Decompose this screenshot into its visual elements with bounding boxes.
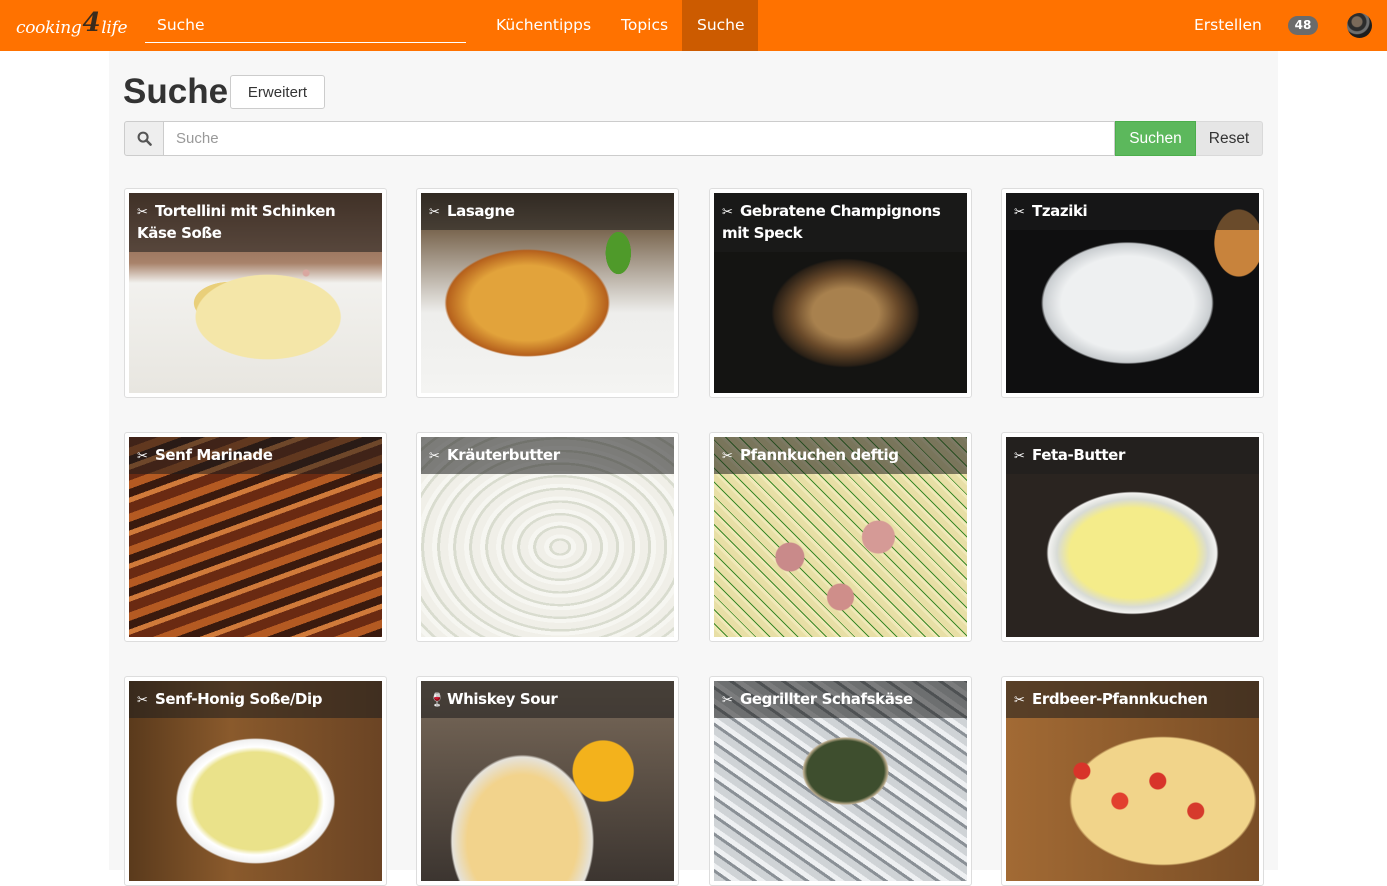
recipe-card[interactable]: ✂ Feta-Butter <box>1001 432 1264 642</box>
recipe-card[interactable]: ✂ Kräuterbutter <box>416 432 679 642</box>
utensils-icon: ✂ <box>137 449 148 464</box>
utensils-icon: ✂ <box>137 205 148 220</box>
top-navbar: cooking4life Suche Küchentipps Topics Su… <box>0 0 1387 51</box>
utensils-icon: ✂ <box>429 449 440 464</box>
recipe-card[interactable]: ✂ Tortellini mit Schinken Käse Soße <box>124 188 387 398</box>
brand-logo[interactable]: cooking4life <box>16 8 128 41</box>
utensils-icon: ✂ <box>1014 449 1025 464</box>
recipe-title: ✂ Gegrillter Schafskäse <box>714 681 967 718</box>
cocktail-icon: 🍷 <box>429 693 445 708</box>
utensils-icon: ✂ <box>722 693 733 708</box>
recipe-card[interactable]: ✂ Senf-Honig Soße/Dip <box>124 676 387 886</box>
recipe-image: ✂ Lasagne <box>421 193 674 393</box>
recipe-image: ✂ Gegrillter Schafskäse <box>714 681 967 881</box>
recipe-image: ✂ Kräuterbutter <box>421 437 674 637</box>
search-button[interactable]: Suchen <box>1115 121 1196 156</box>
recipe-card[interactable]: ✂ Tzaziki <box>1001 188 1264 398</box>
recipe-image: ✂ Gebratene Champignons mit Speck <box>714 193 967 393</box>
nav-link-topics[interactable]: Topics <box>621 0 668 51</box>
recipe-title: ✂ Pfannkuchen deftig <box>714 437 967 474</box>
recipe-title: ✂ Senf Marinade <box>129 437 382 474</box>
utensils-icon: ✂ <box>1014 693 1025 708</box>
recipe-title: ✂ Gebratene Champignons mit Speck <box>714 193 967 252</box>
reset-button[interactable]: Reset <box>1196 121 1263 156</box>
navbar-search-placeholder: Suche <box>157 16 205 34</box>
recipe-title: ✂ Lasagne <box>421 193 674 230</box>
recipe-image: ✂ Feta-Butter <box>1006 437 1259 637</box>
recipe-title: ✂ Erdbeer-Pfannkuchen <box>1006 681 1259 718</box>
recipe-title: ✂ Tzaziki <box>1006 193 1259 230</box>
recipe-image: ✂ Senf-Honig Soße/Dip <box>129 681 382 881</box>
navbar-search-input[interactable]: Suche <box>145 10 466 43</box>
recipe-card[interactable]: 🍷 Whiskey Sour <box>416 676 679 886</box>
nav-link-suche[interactable]: Suche <box>682 0 758 51</box>
recipe-image: ✂ Erdbeer-Pfannkuchen <box>1006 681 1259 881</box>
recipe-card[interactable]: ✂ Senf Marinade <box>124 432 387 642</box>
recipe-title: ✂ Senf-Honig Soße/Dip <box>129 681 382 718</box>
recipe-card[interactable]: ✂ Lasagne <box>416 188 679 398</box>
notification-badge[interactable]: 48 <box>1288 16 1318 35</box>
recipe-image: ✂ Tortellini mit Schinken Käse Soße <box>129 193 382 393</box>
search-icon <box>124 121 164 156</box>
advanced-search-button[interactable]: Erweitert <box>230 75 325 109</box>
recipe-image: ✂ Senf Marinade <box>129 437 382 637</box>
recipe-title: ✂ Kräuterbutter <box>421 437 674 474</box>
utensils-icon: ✂ <box>137 693 148 708</box>
utensils-icon: ✂ <box>429 205 440 220</box>
recipe-card[interactable]: ✂ Gebratene Champignons mit Speck <box>709 188 972 398</box>
recipe-image: 🍷 Whiskey Sour <box>421 681 674 881</box>
utensils-icon: ✂ <box>722 449 733 464</box>
recipe-card[interactable]: ✂ Erdbeer-Pfannkuchen <box>1001 676 1264 886</box>
nav-link-erstellen[interactable]: Erstellen <box>1194 0 1262 51</box>
utensils-icon: ✂ <box>1014 205 1025 220</box>
recipe-title: 🍷 Whiskey Sour <box>421 681 674 718</box>
page-title: Suche <box>123 72 229 111</box>
utensils-icon: ✂ <box>722 205 733 220</box>
recipe-title: ✂ Feta-Butter <box>1006 437 1259 474</box>
search-input[interactable] <box>164 121 1115 156</box>
recipe-title: ✂ Tortellini mit Schinken Käse Soße <box>129 193 382 252</box>
recipe-card[interactable]: ✂ Pfannkuchen deftig <box>709 432 972 642</box>
recipe-image: ✂ Tzaziki <box>1006 193 1259 393</box>
user-avatar[interactable] <box>1347 13 1372 38</box>
search-bar: Suchen Reset <box>124 121 1263 156</box>
recipe-card[interactable]: ✂ Gegrillter Schafskäse <box>709 676 972 886</box>
nav-link-kuechentipps[interactable]: Küchentipps <box>496 0 591 51</box>
recipe-image: ✂ Pfannkuchen deftig <box>714 437 967 637</box>
brand-text: cooking4life <box>16 8 128 38</box>
